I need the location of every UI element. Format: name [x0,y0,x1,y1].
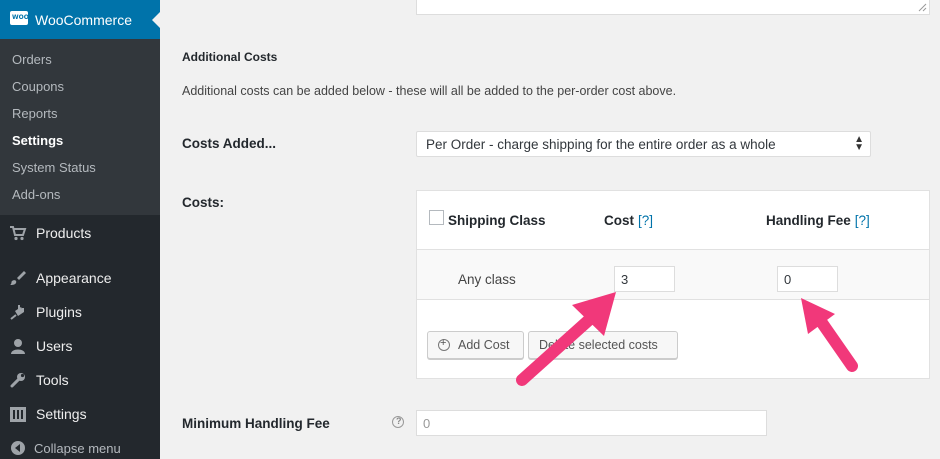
plug-icon [10,305,24,320]
minimum-handling-fee-input[interactable]: 0 [416,410,767,436]
collapse-menu-label: Collapse menu [34,441,121,456]
header-cost: Cost [?] [604,213,653,228]
menu-item-users[interactable]: Users [0,331,160,361]
costs-table-footer: + Add Cost Delete selected costs [417,301,929,378]
admin-sidebar: WOO WooCommerce Orders Coupons Reports S… [0,0,160,459]
menu-item-products[interactable]: Products [0,218,160,248]
current-menu-pointer [152,12,160,28]
add-cost-button[interactable]: + Add Cost [427,331,524,359]
add-circle-icon: + [438,337,450,351]
menu-item-appearance[interactable]: Appearance [0,263,160,293]
menu-label-woocommerce: WooCommerce [35,12,132,28]
minimum-handling-fee-label: Minimum Handling Fee [182,416,330,431]
submenu-item-orders[interactable]: Orders [12,52,52,67]
woocommerce-submenu: Orders Coupons Reports Settings System S… [0,39,160,215]
menu-item-tools[interactable]: Tools [0,365,160,395]
costs-added-label: Costs Added... [182,136,277,151]
cart-icon [10,226,27,241]
row-shipping-class: Any class [458,272,516,287]
delete-selected-costs-label: Delete selected costs [539,338,658,352]
costs-label: Costs: [182,195,225,210]
costs-added-selected-value: Per Order - charge shipping for the enti… [426,137,776,152]
menu-label-appearance: Appearance [36,270,112,286]
submenu-item-reports[interactable]: Reports [12,106,58,121]
header-handling-fee-label: Handling Fee [766,213,851,228]
section-description: Additional costs can be added below - th… [182,84,677,98]
row-handling-fee-input[interactable]: 0 [777,266,838,292]
row-cost-input[interactable]: 3 [614,266,675,292]
costs-added-select[interactable]: Per Order - charge shipping for the enti… [416,131,871,157]
user-icon [11,339,25,354]
header-cost-label: Cost [604,213,634,228]
menu-item-plugins[interactable]: Plugins [0,297,160,327]
help-tip-icon[interactable]: ? [392,416,404,428]
menu-label-users: Users [36,338,73,354]
submenu-item-coupons[interactable]: Coupons [12,79,64,94]
submenu-item-system-status[interactable]: System Status [12,160,96,175]
submenu-item-add-ons[interactable]: Add-ons [12,187,60,202]
costs-table: Shipping Class Cost [?] Handling Fee [?] A… [416,190,930,379]
collapse-menu-button[interactable]: Collapse menu [0,434,160,459]
settings-sliders-icon [10,407,26,422]
menu-label-settings: Settings [36,406,87,422]
header-handling-fee: Handling Fee [?] [766,213,870,228]
woocommerce-logo-icon: WOO [10,11,29,25]
delete-selected-costs-button[interactable]: Delete selected costs [528,331,678,359]
wrench-icon [10,373,25,388]
header-shipping-class: Shipping Class [448,213,546,228]
table-row[interactable]: Any class 3 0 [417,250,929,300]
add-cost-label: Add Cost [458,338,510,352]
menu-item-settings[interactable]: Settings [0,399,160,429]
section-title: Additional Costs [182,50,278,64]
costs-table-header: Shipping Class Cost [?] Handling Fee [?] [417,191,929,250]
submenu-item-settings[interactable]: Settings [12,133,63,148]
previous-textarea[interactable] [416,0,930,15]
collapse-arrow-icon [11,441,25,455]
select-updown-icon: ▲ ▼ [854,134,864,153]
menu-label-plugins: Plugins [36,304,82,320]
resize-grip-icon[interactable] [918,3,927,12]
menu-label-products: Products [36,225,92,241]
paintbrush-icon [10,271,26,285]
menu-item-woocommerce[interactable]: WOO WooCommerce [0,0,160,39]
handling-fee-help-link[interactable]: [?] [855,213,870,228]
cost-help-link[interactable]: [?] [638,213,653,228]
menu-label-tools: Tools [36,372,69,388]
select-all-checkbox[interactable] [429,210,444,225]
